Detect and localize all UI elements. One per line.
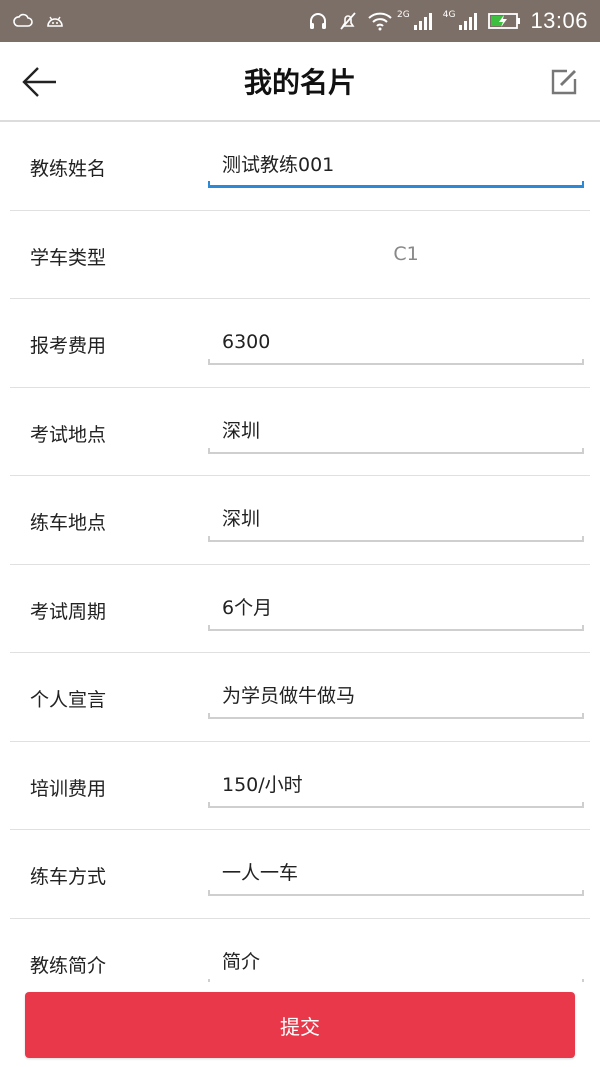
form-row-personal-motto: 个人宣言 为学员做牛做马 [10, 653, 590, 742]
android-icon [44, 10, 66, 32]
status-bar: 2G 4G 13:06 [0, 0, 600, 42]
form-row-exam-period: 考试周期 6个月 [10, 565, 590, 653]
card-form: 教练姓名 测试教练001 学车类型 C1 报考费用 6300 考试地点 深圳 练… [0, 122, 600, 982]
signal-bars-icon [459, 13, 478, 30]
coach-name-label: 教练姓名 [30, 158, 107, 180]
coach-intro-input[interactable]: 简介 [208, 949, 584, 982]
exam-location-label: 考试地点 [30, 423, 107, 446]
form-row-coach-name: 教练姓名 测试教练001 [10, 122, 590, 211]
form-row-practice-mode: 练车方式 一人一车 [10, 830, 590, 919]
edit-icon [551, 69, 577, 95]
signal-4g: 4G [443, 10, 481, 32]
license-type-label: 学车类型 [30, 246, 107, 269]
mute-icon [337, 10, 359, 32]
edit-button[interactable] [544, 62, 584, 102]
signal-4g-label: 4G [442, 10, 456, 20]
arrow-left-icon [22, 67, 56, 97]
app-header: 我的名片 [0, 42, 600, 122]
status-time: 13:06 [530, 8, 588, 33]
status-right: 2G 4G 13:06 [307, 8, 588, 34]
battery-charging-icon [488, 10, 522, 32]
signal-2g-label: 2G [397, 10, 410, 20]
exam-fee-label: 报考费用 [30, 335, 107, 357]
practice-mode-label: 练车方式 [30, 866, 107, 888]
exam-fee-input[interactable]: 6300 [208, 329, 584, 365]
license-type-value: C1 [208, 241, 584, 277]
back-button[interactable] [18, 60, 62, 104]
status-left [12, 10, 66, 32]
form-row-training-fee: 培训费用 150/小时 [10, 742, 590, 830]
form-row-exam-fee: 报考费用 6300 [10, 299, 590, 388]
coach-intro-label: 教练简介 [30, 954, 107, 977]
signal-bars-icon [413, 13, 432, 30]
form-row-practice-location: 练车地点 深圳 [10, 476, 590, 565]
signal-2g: 2G [397, 10, 435, 32]
form-row-coach-intro: 教练简介 简介 [10, 919, 590, 982]
exam-location-input[interactable]: 深圳 [208, 418, 584, 454]
practice-mode-input[interactable]: 一人一车 [208, 860, 584, 896]
headphones-icon [307, 10, 329, 32]
submit-button[interactable]: 提交 [25, 992, 575, 1058]
personal-motto-input[interactable]: 为学员做牛做马 [208, 683, 584, 719]
license-type-text: C1 [393, 242, 419, 265]
practice-location-input[interactable]: 深圳 [208, 506, 584, 542]
cloud-icon [12, 10, 34, 32]
training-fee-label: 培训费用 [30, 777, 107, 800]
form-row-exam-location: 考试地点 深圳 [10, 388, 590, 476]
wifi-icon [367, 10, 392, 32]
exam-period-label: 考试周期 [30, 600, 107, 623]
submit-area: 提交 [0, 982, 600, 1067]
exam-period-input[interactable]: 6个月 [208, 595, 584, 631]
training-fee-input[interactable]: 150/小时 [208, 772, 584, 808]
personal-motto-label: 个人宣言 [30, 689, 107, 711]
form-row-license-type: 学车类型 C1 [10, 211, 590, 299]
practice-location-label: 练车地点 [30, 512, 107, 534]
coach-name-input[interactable]: 测试教练001 [208, 152, 584, 188]
page-title: 我的名片 [243, 66, 356, 99]
